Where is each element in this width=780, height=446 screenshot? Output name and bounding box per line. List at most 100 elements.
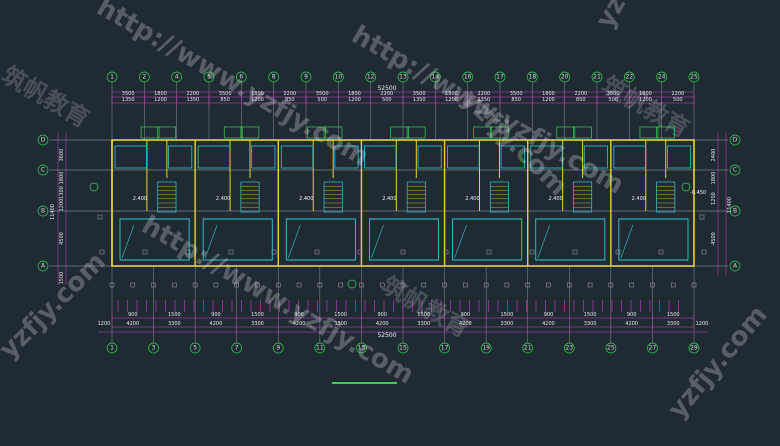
top-axis-label: 24 <box>658 74 666 81</box>
column-marker-mid <box>314 249 320 255</box>
door-swing <box>537 224 550 259</box>
bottom-axis-label: 9 <box>276 345 280 352</box>
bottom-sub-dim-text: 900 <box>627 312 637 318</box>
bottom-bay-dim-text: 3300 <box>501 321 514 327</box>
column-marker <box>546 282 551 288</box>
left-dim-text: 3600 <box>59 149 65 162</box>
bottom-axis-label: 27 <box>649 345 657 352</box>
watermark-url-4: yzfjy.com <box>590 0 685 34</box>
bottom-axis-label: 23 <box>565 345 573 352</box>
left-total-dim-text: 11400 <box>50 204 56 220</box>
watermark-url-5: yzfjy.com <box>0 247 112 365</box>
top-sub-dim-text: 1200 <box>154 97 167 103</box>
column-marker <box>130 282 136 288</box>
top-axis-label: 20 <box>561 74 569 81</box>
room-outline <box>417 145 442 169</box>
right-axis-label: C <box>733 167 737 174</box>
room-outline <box>280 145 314 169</box>
stair-block <box>323 181 343 213</box>
column-marker-mid <box>486 249 492 255</box>
bottom-axis-label: 3 <box>152 345 156 352</box>
bottom-sub-dim-text: 1500 <box>584 312 597 318</box>
bottom-sub-dim-text: 1500 <box>667 312 680 318</box>
bottom-axis-label: 29 <box>690 345 698 352</box>
top-axis-label: 8 <box>272 74 276 81</box>
entrance-marker-left <box>89 182 99 192</box>
bottom-sub-dim-text: 900 <box>128 312 138 318</box>
door-swing <box>121 224 135 259</box>
room-outline <box>666 145 692 169</box>
column-marker-mid <box>658 249 664 255</box>
bottom-bay-dim-text: 4200 <box>126 321 139 327</box>
living-room-outline <box>618 218 689 261</box>
stair-block <box>489 181 509 213</box>
stair-block <box>240 181 260 213</box>
column-marker <box>504 282 510 288</box>
right-dim-text: 2400 <box>711 149 717 162</box>
balcony-box <box>140 126 160 139</box>
entrance-marker-mid <box>347 279 357 289</box>
column-marker-mid <box>228 249 234 255</box>
left-dim-text: 1200 <box>59 199 65 212</box>
column-marker-mid <box>99 249 105 255</box>
top-sub-dim-text: 850 <box>511 97 521 103</box>
living-room-outline <box>535 218 606 261</box>
column-marker <box>172 282 177 288</box>
top-axis-label: 12 <box>367 74 375 81</box>
unit-elevation-label: 2.400 <box>465 196 479 202</box>
bottom-bay-dim-text: 4200 <box>376 321 389 327</box>
top-axis-label: 1 <box>110 74 114 81</box>
balcony-box <box>573 126 592 139</box>
bottom-bay-dim-text: 4200 <box>625 321 638 327</box>
right-axis-label: B <box>733 208 737 215</box>
top-sub-dim-text: 1200 <box>542 97 555 103</box>
door-swing <box>620 224 634 259</box>
stair-block <box>573 181 593 213</box>
column-marker <box>296 282 302 288</box>
stair-block <box>406 181 426 213</box>
right-dim-text: 1200 <box>711 192 717 205</box>
bottom-axis-label: 19 <box>482 345 490 352</box>
bottom-bay-dim-text: 3300 <box>251 321 264 327</box>
top-axis-label: 2 <box>142 74 146 81</box>
balcony-box <box>240 126 260 139</box>
wall-layout: 2.400 2.400 2.400 2.400 2.400 2.400 2.400 <box>89 126 707 289</box>
bottom-bay-dim-text: 4200 <box>210 321 223 327</box>
column-marker <box>338 282 343 288</box>
column-marker <box>421 282 427 288</box>
room-outline <box>447 145 480 169</box>
column-marker <box>629 282 634 288</box>
top-sub-dim-text: 850 <box>576 97 586 103</box>
bottom-axis-label: 17 <box>441 345 449 352</box>
entrance-marker-right <box>681 182 691 192</box>
column-marker-mid <box>142 249 148 255</box>
total-length-top: 52500 <box>377 85 396 92</box>
door-swing <box>454 224 467 259</box>
left-axis-label: D <box>41 137 46 144</box>
watermark-cn-1: 筑帆教育 <box>0 61 94 133</box>
bottom-axis-label: 11 <box>316 345 324 352</box>
top-axis-label: 9 <box>304 74 308 81</box>
bottom-bay-dim-text: 3300 <box>667 321 680 327</box>
watermark-url-7: yzfjy.com <box>662 300 773 424</box>
room-outline <box>197 145 231 169</box>
column-marker <box>587 282 593 288</box>
left-dim-text: 4500 <box>59 232 65 245</box>
top-axis-label: 25 <box>690 74 698 81</box>
balcony-box <box>223 126 243 139</box>
bottom-bay-dim-text: 3300 <box>584 321 597 327</box>
bottom-axis-label: 15 <box>399 345 407 352</box>
balcony-box <box>390 126 409 139</box>
right-dim-text: 1800 <box>711 172 717 185</box>
unit-elevation-label: 2.400 <box>133 196 147 202</box>
top-sub-dim-text: 500 <box>382 97 392 103</box>
room-outline <box>168 145 193 169</box>
cad-floor-plan: 2.400 2.400 2.400 2.400 2.400 2.400 2.400 3500… <box>0 0 773 424</box>
column-marker-left <box>97 214 103 220</box>
unit-elevation-label: 2.400 <box>632 196 646 202</box>
column-marker-right <box>699 214 705 220</box>
top-sub-dim-text: 500 <box>673 97 683 103</box>
top-axis-label: 17 <box>496 74 504 81</box>
top-axis-label: 10 <box>335 74 343 81</box>
stair-block <box>157 181 177 213</box>
